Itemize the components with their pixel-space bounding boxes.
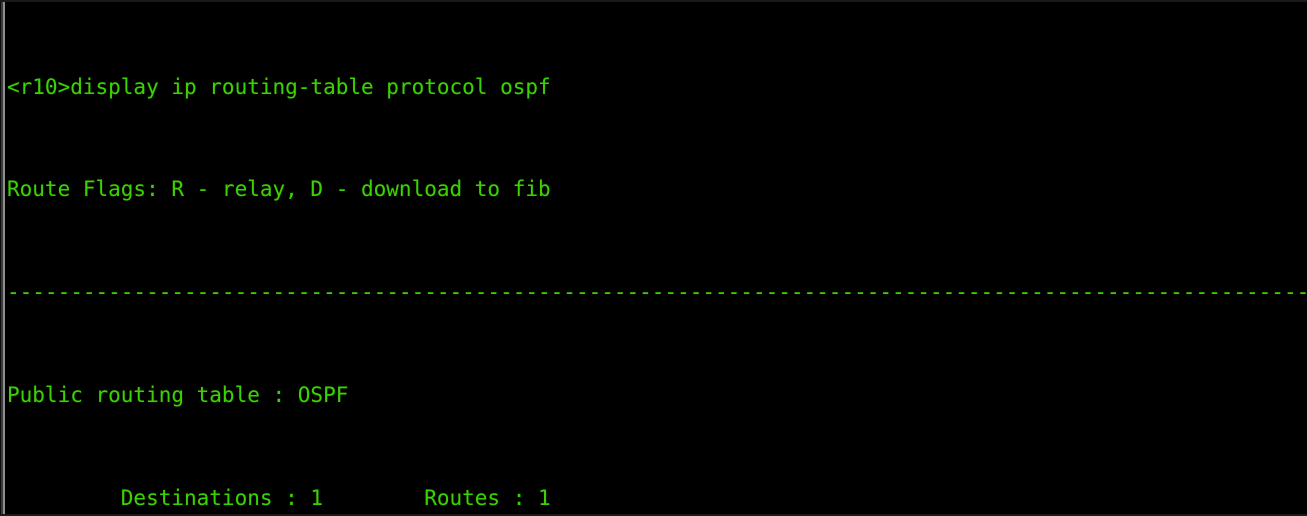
console-line-separator: ----------------------------------------… <box>7 280 1307 305</box>
terminal-window[interactable]: <r10>display ip routing-table protocol o… <box>0 0 1307 516</box>
console-line-command: <r10>display ip routing-table protocol o… <box>7 74 551 99</box>
console-line-public-counts: Destinations : 1 Routes : 1 <box>7 486 551 511</box>
console-line-public-table: Public routing table : OSPF <box>7 383 349 408</box>
console-line-route-flags: Route Flags: R - relay, D - download to … <box>7 177 551 202</box>
console-output[interactable]: <r10>display ip routing-table protocol o… <box>7 1 1307 516</box>
